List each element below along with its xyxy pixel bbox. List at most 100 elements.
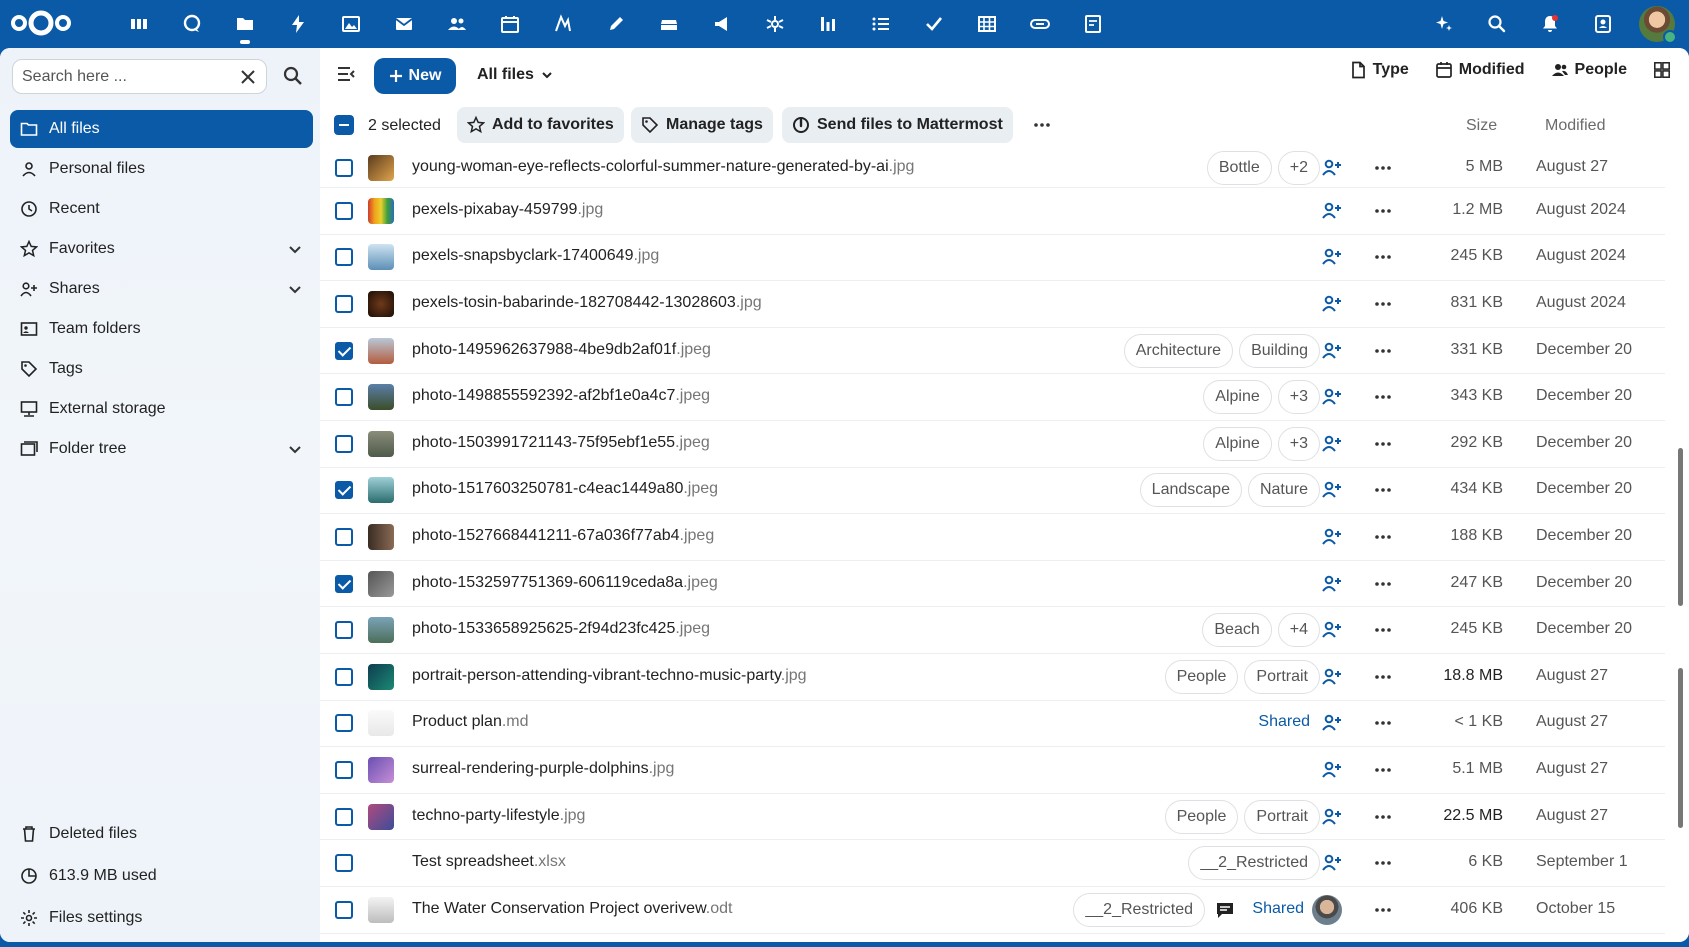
sidebar-item-613-9-mb-used[interactable]: 613.9 MB used [10,856,313,896]
tag-pill[interactable]: Alpine [1203,426,1272,461]
modified-column-header[interactable]: Modified [1545,117,1605,135]
share-icon[interactable] [1321,806,1343,828]
file-name[interactable]: photo-1495962637988-4be9db2af01f.jpeg [412,341,711,359]
sidebar-item-personal-files[interactable]: Personal files [10,150,313,188]
table-row[interactable]: photo-1532597751369-606119ceda8a.jpeg 247… [320,561,1665,608]
share-icon[interactable] [1321,200,1343,222]
share-icon[interactable] [1321,619,1343,641]
row-checkbox[interactable] [335,574,353,593]
table-row[interactable]: surreal-rendering-purple-dolphins.jpg 5.1… [320,747,1665,794]
more-icon[interactable] [1373,158,1393,178]
photos-icon[interactable] [324,8,377,40]
shared-label[interactable]: Shared [1252,900,1304,918]
type-filter-button[interactable]: Type [1349,61,1409,79]
more-icon[interactable] [1373,760,1393,780]
breadcrumb[interactable]: All files [477,66,554,84]
tag-pill[interactable]: Bottle [1206,150,1272,185]
shared-label[interactable]: Shared [1258,713,1310,731]
tag-pill[interactable]: Portrait [1244,659,1320,694]
notes-icon[interactable] [589,8,642,40]
row-checkbox[interactable] [335,294,353,313]
table-row[interactable]: young-woman-eye-reflects-colorful-summer… [320,148,1665,188]
deck-icon[interactable] [642,8,695,40]
scrollbar[interactable] [1678,448,1683,606]
tag-pill[interactable]: +3 [1277,380,1320,415]
share-icon[interactable] [1321,386,1343,408]
send-to-mattermost-button[interactable]: Send files to Mattermost [782,107,1013,143]
forms-icon[interactable] [1066,8,1119,40]
row-checkbox[interactable] [335,388,353,407]
table-row[interactable]: photo-1498855592392-af2bf1e0a4c7.jpeg Alp… [320,374,1665,421]
more-icon[interactable] [1373,387,1393,407]
row-checkbox[interactable] [335,434,353,453]
announcement-icon[interactable] [695,8,748,40]
sidebar-item-files-settings[interactable]: Files settings [10,898,313,938]
activity-icon[interactable] [271,8,324,40]
more-icon[interactable] [1373,620,1393,640]
comment-icon[interactable] [1215,900,1235,920]
tag-pill[interactable]: Nature [1247,473,1320,508]
row-checkbox[interactable] [335,667,353,686]
scrollbar-thumb[interactable] [1678,668,1683,828]
modified-filter-button[interactable]: Modified [1435,61,1525,79]
share-icon[interactable] [1321,340,1343,362]
calendar-icon[interactable] [483,8,536,40]
more-icon[interactable] [1373,807,1393,827]
table-row[interactable]: photo-1527668441211-67a036f77ab4.jpeg 188… [320,514,1665,561]
table-row[interactable]: techno-party-lifestyle.jpg People Portrait… [320,794,1665,841]
nextcloud-logo[interactable] [8,8,74,38]
close-icon[interactable] [238,67,258,87]
more-icon[interactable] [1373,480,1393,500]
more-icon[interactable] [1373,341,1393,361]
sidebar-item-shares[interactable]: Shares [10,270,313,308]
more-icon[interactable] [1373,294,1393,314]
table-row[interactable]: photo-1533658925625-2f94d23fc425.jpeg Bea… [320,607,1665,654]
share-icon[interactable] [1321,573,1343,595]
tag-pill[interactable]: __2_Restricted [1188,846,1320,881]
sidebar-item-deleted-files[interactable]: Deleted files [10,814,313,854]
grid-view-button[interactable] [1653,61,1671,79]
row-checkbox[interactable] [335,807,353,826]
tag-pill[interactable]: Building [1239,333,1320,368]
sidebar-item-all-files[interactable]: All files [10,110,313,148]
unified-search-icon[interactable] [1470,7,1523,41]
checklist-icon[interactable] [907,8,960,40]
tag-pill[interactable]: +4 [1277,613,1320,648]
share-icon[interactable] [1321,666,1343,688]
file-name[interactable]: photo-1532597751369-606119ceda8a.jpeg [412,574,718,592]
row-checkbox[interactable] [335,621,353,640]
chevron-down-icon[interactable] [287,281,303,297]
more-icon[interactable] [1373,201,1393,221]
tasks-icon[interactable] [854,8,907,40]
more-icon[interactable] [1373,247,1393,267]
new-button[interactable]: New [374,58,456,94]
sidebar-item-folder-tree[interactable]: Folder tree [10,430,313,468]
notifications-icon[interactable] [1523,7,1576,41]
table-row[interactable]: photo-1495962637988-4be9db2af01f.jpeg Arc… [320,328,1665,375]
sidebar-item-tags[interactable]: Tags [10,350,313,388]
share-icon[interactable] [1321,433,1343,455]
row-checkbox[interactable] [335,714,353,733]
file-name[interactable]: photo-1517603250781-c4eac1449a80.jpeg [412,480,718,498]
sidebar-item-favorites[interactable]: Favorites [10,230,313,268]
text-icon[interactable] [536,8,589,40]
chevron-down-icon[interactable] [287,241,303,257]
tag-pill[interactable]: +3 [1277,426,1320,461]
share-icon[interactable] [1321,526,1343,548]
file-name[interactable]: photo-1533658925625-2f94d23fc425.jpeg [412,620,710,638]
table-row[interactable]: photo-1517603250781-c4eac1449a80.jpeg Lan… [320,468,1665,515]
select-all-checkbox[interactable] [334,115,354,135]
share-icon[interactable] [1321,293,1343,315]
files-icon[interactable] [218,8,271,44]
size-column-header[interactable]: Size [1466,117,1497,135]
more-icon[interactable] [1373,434,1393,454]
more-actions-icon[interactable] [1032,115,1052,135]
table-row[interactable]: pexels-tosin-babarinde-182708442-1302860… [320,281,1665,328]
table-row[interactable]: The Water Conservation Project overivew.… [320,887,1665,934]
talk-icon[interactable] [165,8,218,40]
tag-pill[interactable]: __2_Restricted [1073,892,1205,927]
file-name[interactable]: photo-1527668441211-67a036f77ab4.jpeg [412,527,714,545]
row-checkbox[interactable] [335,527,353,546]
tag-pill[interactable]: Beach [1202,613,1272,648]
file-name[interactable]: Product plan.md [412,713,529,731]
